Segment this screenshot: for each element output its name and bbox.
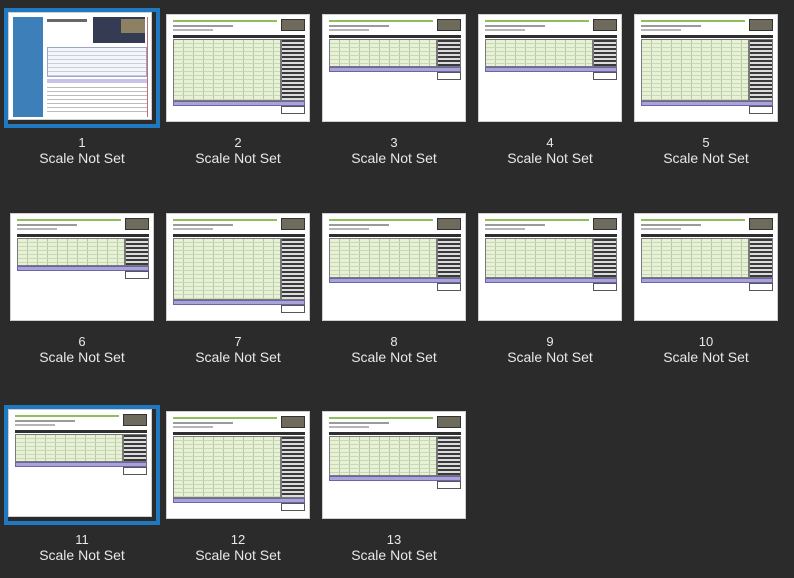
page-preview: [634, 213, 778, 321]
page-number: 6: [78, 334, 86, 349]
page-number: 11: [75, 532, 89, 547]
page-preview: [166, 411, 310, 519]
page-scale-label: Scale Not Set: [663, 349, 749, 365]
page-scale-label: Scale Not Set: [39, 349, 125, 365]
thumbnail-frame: [628, 207, 784, 327]
thumbnail-frame: [160, 8, 316, 128]
page-thumbnail-10[interactable]: 10 Scale Not Set: [628, 207, 784, 403]
thumbnail-frame: [4, 207, 160, 327]
page-thumbnail-12[interactable]: 12 Scale Not Set: [160, 405, 316, 578]
page-thumbnail-13[interactable]: 13 Scale Not Set: [316, 405, 472, 578]
page-scale-label: Scale Not Set: [195, 547, 281, 563]
page-scale-label: Scale Not Set: [663, 150, 749, 166]
page-thumbnail-1[interactable]: 1 Scale Not Set: [4, 8, 160, 204]
page-preview: [478, 14, 622, 122]
page-number: 9: [546, 334, 554, 349]
page-thumbnail-3[interactable]: 3 Scale Not Set: [316, 8, 472, 204]
page-number: 13: [386, 532, 402, 547]
thumbnail-frame: [160, 207, 316, 327]
page-scale-label: Scale Not Set: [351, 349, 437, 365]
page-preview: [166, 14, 310, 122]
page-preview: [8, 409, 152, 517]
page-scale-label: Scale Not Set: [507, 150, 593, 166]
page-thumbnail-4[interactable]: 4 Scale Not Set: [472, 8, 628, 204]
page-preview: [322, 213, 466, 321]
page-scale-label: Scale Not Set: [195, 349, 281, 365]
selection-frame: [4, 405, 160, 525]
thumbnail-frame: [316, 207, 472, 327]
thumbnail-frame: [160, 405, 316, 525]
page-scale-label: Scale Not Set: [195, 150, 281, 166]
page-number: 12: [230, 532, 246, 547]
page-thumbnail-7[interactable]: 7 Scale Not Set: [160, 207, 316, 403]
page-thumbnail-5[interactable]: 5 Scale Not Set: [628, 8, 784, 204]
page-number: 7: [234, 334, 242, 349]
page-preview: [322, 411, 466, 519]
page-thumbnail-11[interactable]: 11 Scale Not Set: [4, 405, 160, 578]
page-number: 4: [546, 135, 554, 150]
page-preview: [322, 14, 466, 122]
page-thumbnail-9[interactable]: 9 Scale Not Set: [472, 207, 628, 403]
page-preview: [634, 14, 778, 122]
page-thumbnail-6[interactable]: 6 Scale Not Set: [4, 207, 160, 403]
thumbnail-frame: [316, 8, 472, 128]
page-preview: [8, 12, 152, 120]
page-thumbnail-8[interactable]: 8 Scale Not Set: [316, 207, 472, 403]
thumbnail-frame: [472, 207, 628, 327]
page-number: 3: [390, 135, 398, 150]
page-preview: [478, 213, 622, 321]
page-number: 10: [698, 334, 714, 349]
page-scale-label: Scale Not Set: [39, 150, 125, 166]
page-preview: [10, 213, 154, 321]
page-number: 1: [78, 135, 86, 150]
page-scale-label: Scale Not Set: [507, 349, 593, 365]
page-scale-label: Scale Not Set: [39, 547, 125, 563]
thumbnail-frame: [316, 405, 472, 525]
thumbnail-frame: [472, 8, 628, 128]
page-scale-label: Scale Not Set: [351, 547, 437, 563]
page-number: 8: [390, 334, 398, 349]
page-preview: [166, 213, 310, 321]
selection-frame: [4, 8, 160, 128]
page-thumbnail-2[interactable]: 2 Scale Not Set: [160, 8, 316, 204]
page-number: 2: [234, 135, 242, 150]
thumbnail-frame: [628, 8, 784, 128]
page-scale-label: Scale Not Set: [351, 150, 437, 166]
page-number: 5: [702, 135, 710, 150]
